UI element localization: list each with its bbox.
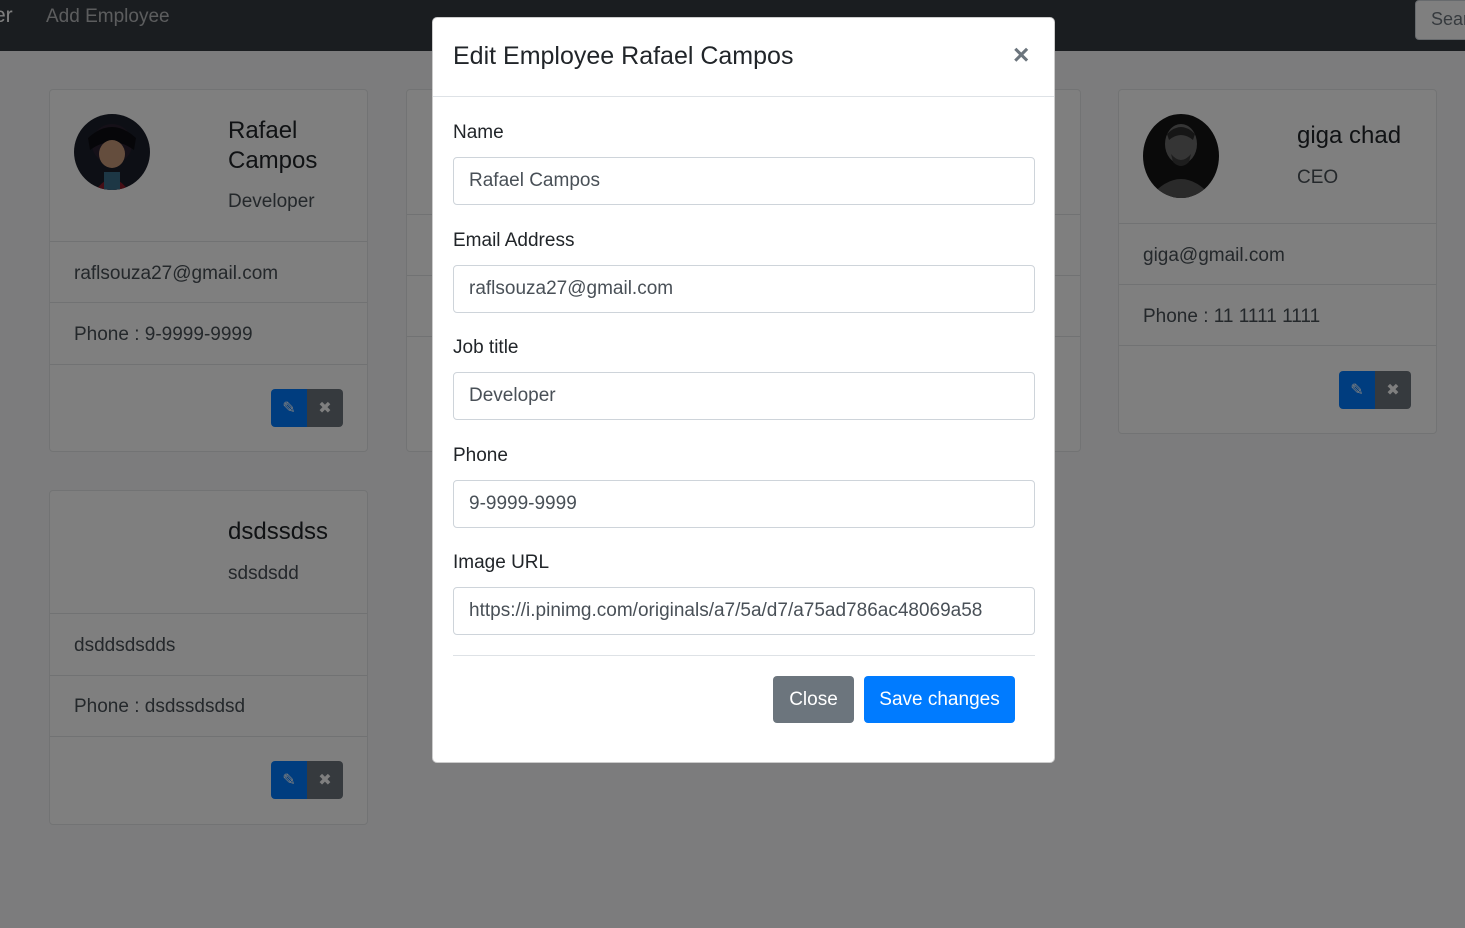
close-button[interactable]: Close	[773, 676, 854, 723]
name-input[interactable]: Rafael Campos	[453, 157, 1035, 205]
modal-header: Edit Employee Rafael Campos ×	[433, 18, 1054, 97]
name-label: Name	[453, 122, 504, 143]
image-url-input[interactable]: https://i.pinimg.com/originals/a7/5a/d7/…	[453, 587, 1035, 635]
email-label: Email Address	[453, 230, 575, 251]
close-icon[interactable]: ×	[1013, 40, 1029, 70]
edit-employee-modal: Edit Employee Rafael Campos × Name Rafae…	[432, 17, 1055, 763]
modal-title: Edit Employee Rafael Campos	[453, 42, 794, 70]
save-changes-button[interactable]: Save changes	[864, 676, 1015, 723]
email-input[interactable]: raflsouza27@gmail.com	[453, 265, 1035, 313]
phone-input[interactable]: 9-9999-9999	[453, 480, 1035, 528]
job-title-input[interactable]: Developer	[453, 372, 1035, 420]
image-url-label: Image URL	[453, 552, 550, 573]
phone-label: Phone	[453, 445, 508, 466]
modal-footer-divider	[453, 655, 1035, 656]
job-title-label: Job title	[453, 337, 519, 358]
